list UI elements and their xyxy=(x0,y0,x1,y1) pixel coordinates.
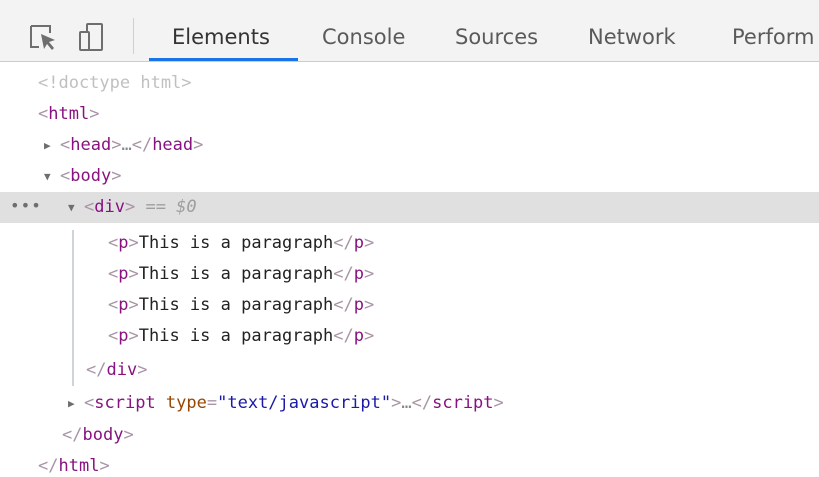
tag-name: div xyxy=(106,360,138,380)
tag-name: p xyxy=(353,233,364,253)
dom-node-html[interactable]: <html> xyxy=(0,99,819,130)
tag-name: html xyxy=(58,456,100,476)
text-node: This is a paragraph xyxy=(138,264,334,284)
dom-node-doctype[interactable]: <!doctype html> xyxy=(0,68,819,99)
tab-performance[interactable]: Perform xyxy=(732,22,819,52)
text-node: This is a paragraph xyxy=(138,326,334,346)
dom-node-p[interactable]: <p>This is a paragraph</p> xyxy=(0,290,819,321)
devtools-toolbar: Elements Console Sources Network Perform xyxy=(0,0,819,62)
tab-network[interactable]: Network xyxy=(588,22,676,52)
attribute-value[interactable]: "text/javascript" xyxy=(217,393,391,413)
toolbar-divider xyxy=(133,18,134,54)
tag-name: head xyxy=(70,135,112,155)
tag-name: p xyxy=(118,233,129,253)
dom-node-div-selected[interactable]: ••• ▼ <div> == $0 xyxy=(0,192,819,223)
expand-triangle-icon[interactable]: ▶ xyxy=(44,130,51,161)
tag-name: p xyxy=(353,326,364,346)
text-node: This is a paragraph xyxy=(138,295,334,315)
dom-node-head[interactable]: ▶ <head>…</head> xyxy=(0,130,819,161)
collapsed-ellipsis[interactable]: … xyxy=(121,135,131,155)
dom-node-html-close[interactable]: </html> xyxy=(0,451,819,477)
doctype-text: <!doctype html> xyxy=(38,73,192,93)
dom-node-script[interactable]: ▶ <script type="text/javascript">…</scri… xyxy=(0,388,819,419)
expand-triangle-icon[interactable]: ▶ xyxy=(68,388,75,419)
tag-name: p xyxy=(353,295,364,315)
text-node: This is a paragraph xyxy=(138,233,334,253)
tag-name: body xyxy=(82,425,124,445)
device-toolbar-icon[interactable] xyxy=(78,22,108,52)
collapse-triangle-icon[interactable]: ▼ xyxy=(68,192,75,223)
tag-name: div xyxy=(94,197,125,217)
collapse-triangle-icon[interactable]: ▼ xyxy=(44,161,51,192)
dom-node-div-close[interactable]: </div> xyxy=(0,355,819,386)
tag-name: body xyxy=(70,166,112,186)
dom-node-p[interactable]: <p>This is a paragraph</p> xyxy=(0,228,819,259)
dom-node-body[interactable]: ▼ <body> xyxy=(0,161,819,192)
collapsed-ellipsis[interactable]: … xyxy=(401,393,411,413)
tab-console[interactable]: Console xyxy=(322,22,405,52)
inspect-element-icon[interactable] xyxy=(28,22,58,52)
tag-name: script xyxy=(94,393,156,413)
tag-name: p xyxy=(118,264,129,284)
dom-node-p[interactable]: <p>This is a paragraph</p> xyxy=(0,259,819,290)
dom-tree: <!doctype html> <html> ▶ <head>…</head> … xyxy=(0,62,819,477)
tab-elements[interactable]: Elements xyxy=(172,22,270,52)
more-options-icon[interactable]: ••• xyxy=(10,190,42,221)
tag-name: head xyxy=(152,135,194,155)
dom-node-p[interactable]: <p>This is a paragraph</p> xyxy=(0,321,819,352)
tag-name: script xyxy=(432,393,494,413)
tag-name: p xyxy=(118,326,129,346)
selected-node-marker: == $0 xyxy=(145,197,197,217)
tag-name: html xyxy=(48,104,90,124)
tag-name: p xyxy=(353,264,364,284)
active-tab-indicator xyxy=(149,58,298,61)
tab-sources[interactable]: Sources xyxy=(455,22,538,52)
tag-name: p xyxy=(118,295,129,315)
dom-node-body-close[interactable]: </body> xyxy=(0,420,819,451)
attribute-name[interactable]: type xyxy=(166,393,207,413)
